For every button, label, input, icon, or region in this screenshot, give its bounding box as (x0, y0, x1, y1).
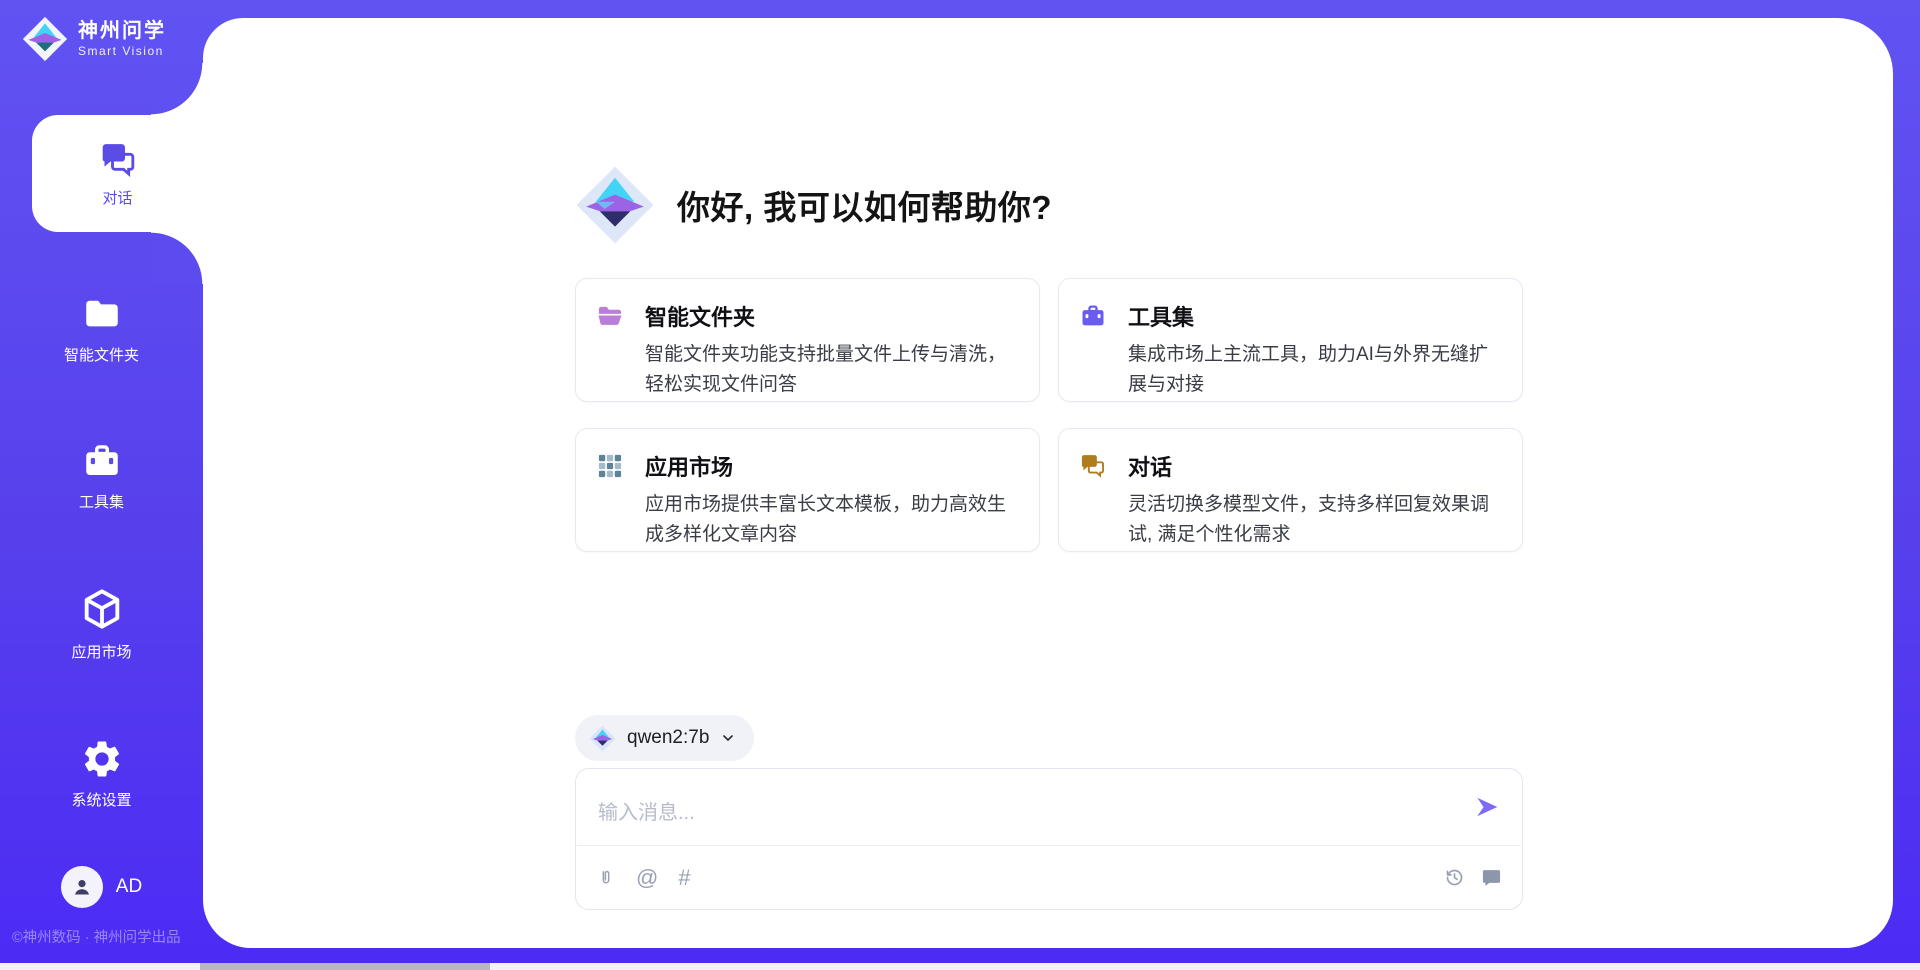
toolbox-icon (81, 440, 123, 482)
model-diamond-icon (589, 725, 616, 752)
history-button[interactable] (1444, 867, 1465, 888)
model-name: qwen2:7b (627, 727, 709, 749)
folder-icon (596, 302, 624, 330)
card-smart-folder[interactable]: 智能文件夹 智能文件夹功能支持批量文件上传与清洗，轻松实现文件问答 (575, 278, 1040, 402)
model-selector[interactable]: qwen2:7b (575, 715, 754, 761)
send-button[interactable] (1474, 794, 1500, 820)
card-title: 应用市场 (645, 450, 733, 482)
grid-icon (596, 452, 624, 480)
sidebar-item-label: 工具集 (79, 491, 124, 512)
greeting-title: 你好, 我可以如何帮助你? (677, 181, 1052, 229)
conversation-button[interactable] (1481, 867, 1502, 888)
card-chat[interactable]: 对话 灵活切换多模型文件，支持多样回复效果调试, 满足个性化需求 (1058, 428, 1523, 552)
sidebar-item-label: 应用市场 (71, 641, 131, 662)
feature-cards: 智能文件夹 智能文件夹功能支持批量文件上传与清洗，轻松实现文件问答 工具集 集 (575, 278, 1523, 552)
greeting-block: 你好, 我可以如何帮助你? (575, 165, 1052, 245)
card-title: 对话 (1128, 450, 1172, 482)
card-description: 集成市场上主流工具，助力AI与外界无缝扩展与对接 (1128, 340, 1498, 400)
copyright-text: ©神州数码 · 神州问学出品 (12, 926, 181, 947)
message-input[interactable] (576, 772, 1464, 842)
folder-icon (81, 293, 123, 335)
card-title: 智能文件夹 (645, 300, 755, 332)
cube-icon (79, 586, 125, 632)
sidebar-item-label: 系统设置 (71, 789, 131, 810)
horizontal-scrollbar[interactable] (0, 963, 1920, 970)
card-description: 智能文件夹功能支持批量文件上传与清洗，轻松实现文件问答 (645, 340, 1015, 400)
sidebar-item-settings[interactable]: 系统设置 (0, 728, 203, 820)
sidebar-item-smart-folder[interactable]: 智能文件夹 (0, 283, 203, 375)
toolbox-icon (1079, 302, 1107, 330)
user-initials: AD (116, 876, 142, 898)
hash-icon: # (678, 867, 690, 889)
history-clock-icon (1444, 867, 1465, 888)
user-account[interactable]: AD (0, 866, 203, 908)
sidebar-item-toolset[interactable]: 工具集 (0, 430, 203, 522)
chat-icon (1079, 452, 1107, 480)
message-composer: @ # (575, 768, 1523, 910)
sidebar-item-app-market[interactable]: 应用市场 (0, 578, 203, 670)
paperclip-icon (596, 867, 616, 889)
brand-diamond-logo (22, 16, 68, 62)
card-toolset[interactable]: 工具集 集成市场上主流工具，助力AI与外界无缝扩展与对接 (1058, 278, 1523, 402)
mention-button[interactable]: @ (636, 867, 658, 889)
brand-subtitle: Smart Vision (78, 45, 166, 59)
card-title: 工具集 (1128, 300, 1194, 332)
avatar (61, 866, 103, 908)
card-description: 应用市场提供丰富长文本模板，助力高效生成多样化文章内容 (645, 490, 1015, 550)
chevron-down-icon (720, 730, 736, 746)
app-window: 你好, 我可以如何帮助你? 智能文件夹 智能文件夹功能支持批量文件上传与清洗，轻… (0, 0, 1920, 970)
main-content-panel: 你好, 我可以如何帮助你? 智能文件夹 智能文件夹功能支持批量文件上传与清洗，轻… (203, 18, 1893, 948)
brand-diamond-logo (575, 165, 655, 245)
gear-icon (81, 738, 123, 780)
brand-block: 神州问学 Smart Vision (22, 16, 166, 62)
speech-bubble-icon (1481, 867, 1502, 888)
attachment-button[interactable] (596, 867, 616, 889)
sidebar: 神州问学 Smart Vision 智能文件夹 工具集 (0, 0, 203, 963)
brand-name: 神州问学 (78, 20, 166, 43)
at-sign-icon: @ (636, 867, 658, 889)
card-app-market[interactable]: 应用市场 应用市场提供丰富长文本模板，助力高效生成多样化文章内容 (575, 428, 1040, 552)
sidebar-item-label: 智能文件夹 (64, 344, 139, 365)
scrollbar-thumb[interactable] (200, 963, 490, 970)
card-description: 灵活切换多模型文件，支持多样回复效果调试, 满足个性化需求 (1128, 490, 1498, 550)
hashtag-button[interactable]: # (678, 867, 690, 889)
